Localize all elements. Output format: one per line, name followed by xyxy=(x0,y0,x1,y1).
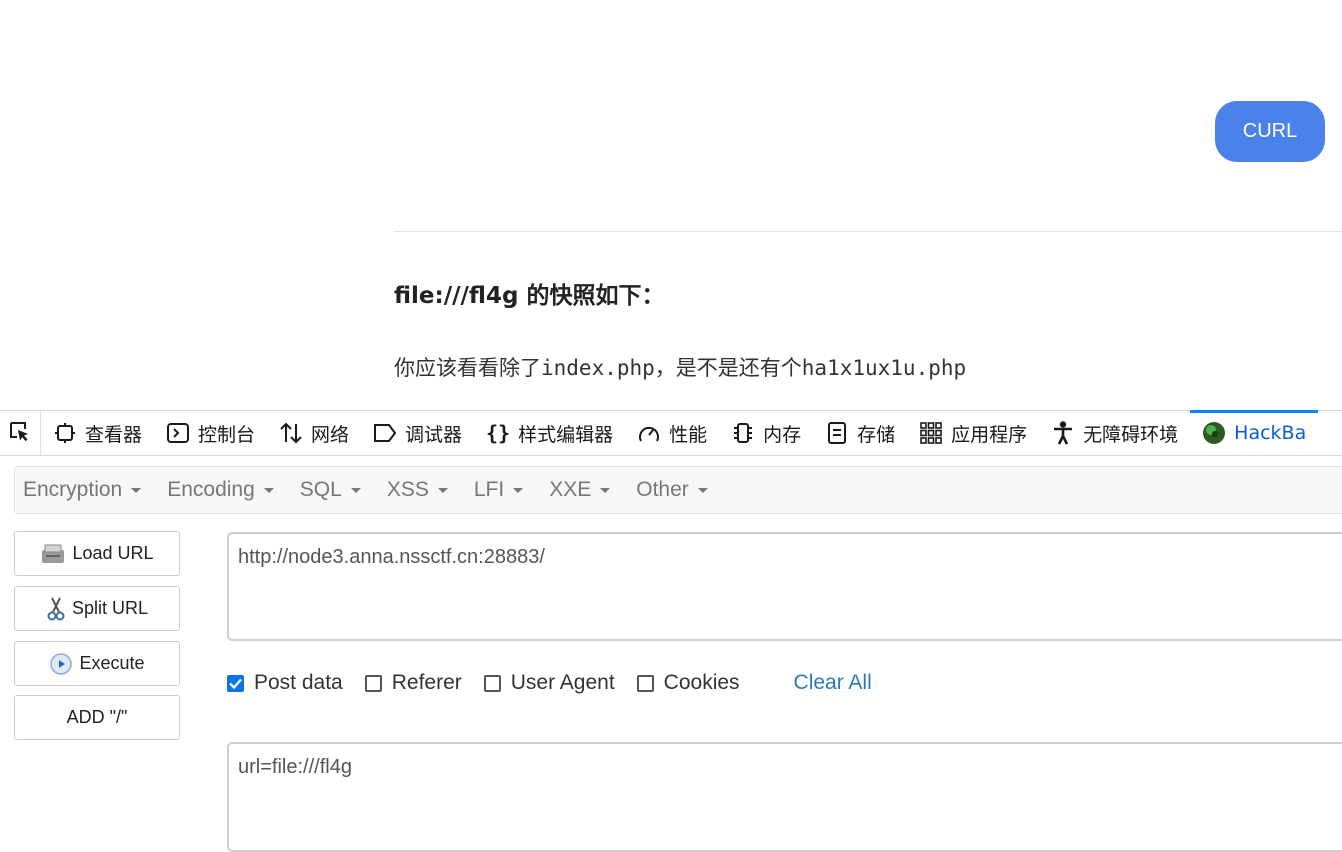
caret-down-icon xyxy=(350,487,361,493)
menu-label: LFI xyxy=(473,478,505,501)
cookies-option[interactable]: Cookies xyxy=(636,671,740,695)
post-data-value: url=file:///fl4g xyxy=(238,756,352,778)
menu-encoding[interactable]: Encoding xyxy=(167,478,274,502)
accessibility-icon xyxy=(1051,421,1075,445)
options-row: Post data Referer User Agent Cookies Cle… xyxy=(227,668,872,698)
option-label: Cookies xyxy=(663,671,740,694)
tab-network[interactable]: 网络 xyxy=(267,411,361,455)
menu-label: Encoding xyxy=(167,478,255,501)
button-label: Split URL xyxy=(71,598,149,618)
tab-accessibility[interactable]: 无障碍环境 xyxy=(1039,411,1190,455)
element-picker-button[interactable] xyxy=(0,411,41,455)
hackbar-panel: Encryption Encoding SQL XSS LFI XXE Othe… xyxy=(0,456,1342,852)
hackbar-icon xyxy=(1202,421,1226,445)
debugger-icon xyxy=(373,421,397,445)
play-icon xyxy=(49,652,73,676)
menu-label: Encryption xyxy=(23,478,123,501)
url-value: http://node3.anna.nssctf.cn:28883/ xyxy=(238,546,545,568)
split-url-button[interactable]: Split URL xyxy=(14,586,180,631)
network-icon xyxy=(279,421,303,445)
user-agent-checkbox[interactable] xyxy=(483,674,501,692)
caret-down-icon xyxy=(437,487,448,493)
add-slash-button[interactable]: ADD "/" xyxy=(14,695,180,740)
menu-xss[interactable]: XSS xyxy=(387,478,448,502)
style-editor-icon: {} xyxy=(486,421,511,445)
tab-hackbar[interactable]: HackBa xyxy=(1190,409,1319,457)
menu-xxe[interactable]: XXE xyxy=(549,478,611,502)
tab-label: 性能 xyxy=(669,423,708,446)
tab-label: 内存 xyxy=(763,423,802,446)
tab-storage[interactable]: 存储 xyxy=(813,411,907,455)
menu-sql[interactable]: SQL xyxy=(300,478,361,502)
storage-icon xyxy=(825,421,849,445)
post-data-option[interactable]: Post data xyxy=(227,671,343,695)
caret-down-icon xyxy=(513,487,524,493)
web-page: CURL file:///fl4g 的快照如下： 你应该看看除了index.ph… xyxy=(0,0,1342,410)
load-url-button[interactable]: Load URL xyxy=(14,531,180,576)
tab-performance[interactable]: 性能 xyxy=(625,411,719,455)
button-label: Execute xyxy=(79,653,145,673)
hackbar-menu: Encryption Encoding SQL XSS LFI XXE Othe… xyxy=(14,466,1342,514)
referer-option[interactable]: Referer xyxy=(364,671,462,695)
menu-label: XSS xyxy=(386,478,429,501)
option-label: Referer xyxy=(391,671,462,694)
url-textarea[interactable]: http://node3.anna.nssctf.cn:28883/ xyxy=(227,532,1342,641)
devtools-toolbar: 查看器 控制台 网络 调试器 {} 样式编辑器 性能 内存 存储 应用程序 无障… xyxy=(0,409,1342,457)
tab-label: 存储 xyxy=(857,423,896,446)
tab-label: 应用程序 xyxy=(951,423,1028,446)
caret-down-icon xyxy=(600,487,611,493)
tab-label: 无障碍环境 xyxy=(1083,423,1179,446)
hint-text: 你应该看看除了index.php，是不是还有个ha1x1ux1u.php xyxy=(394,356,967,380)
tab-console[interactable]: 控制台 xyxy=(154,411,267,455)
tab-label: 调试器 xyxy=(405,423,463,446)
option-label: Post data xyxy=(254,671,343,694)
menu-lfi[interactable]: LFI xyxy=(473,478,524,502)
tab-label: 控制台 xyxy=(198,423,256,446)
menu-other[interactable]: Other xyxy=(636,478,708,502)
inspector-icon xyxy=(53,421,77,445)
tab-style-editor[interactable]: {} 样式编辑器 xyxy=(474,411,625,455)
button-label: ADD "/" xyxy=(66,707,128,727)
menu-encryption[interactable]: Encryption xyxy=(23,478,142,502)
user-agent-option[interactable]: User Agent xyxy=(483,671,615,695)
tab-label: 网络 xyxy=(311,423,350,446)
caret-down-icon xyxy=(131,487,142,493)
tab-memory[interactable]: 内存 xyxy=(719,411,813,455)
post-data-checkbox[interactable] xyxy=(227,674,244,692)
check-icon xyxy=(229,678,242,689)
menu-label: XXE xyxy=(549,478,592,501)
scissors-icon xyxy=(46,596,66,622)
tab-label: 样式编辑器 xyxy=(518,423,614,446)
option-label: User Agent xyxy=(510,671,615,694)
tab-inspector[interactable]: 查看器 xyxy=(41,411,154,455)
load-url-icon xyxy=(40,543,66,565)
divider xyxy=(394,231,1342,232)
application-icon xyxy=(919,421,943,445)
tab-debugger[interactable]: 调试器 xyxy=(361,411,474,455)
button-label: Load URL xyxy=(72,543,154,563)
menu-label: Other xyxy=(636,478,689,501)
element-picker-icon xyxy=(10,422,28,442)
tab-label: 查看器 xyxy=(85,423,143,446)
console-icon xyxy=(166,421,190,445)
clear-all-link[interactable]: Clear All xyxy=(794,671,872,695)
tab-label: HackBa xyxy=(1234,422,1307,444)
caret-down-icon xyxy=(697,487,708,493)
performance-icon xyxy=(637,421,661,445)
memory-icon xyxy=(731,421,755,445)
tab-application[interactable]: 应用程序 xyxy=(907,411,1039,455)
curl-button[interactable]: CURL xyxy=(1215,101,1325,162)
referer-checkbox[interactable] xyxy=(364,674,382,692)
menu-label: SQL xyxy=(299,478,342,501)
execute-button[interactable]: Execute xyxy=(14,641,180,686)
cookies-checkbox[interactable] xyxy=(636,674,654,692)
caret-down-icon xyxy=(263,487,274,493)
snapshot-title: file:///fl4g 的快照如下： xyxy=(394,283,665,309)
post-data-textarea[interactable]: url=file:///fl4g xyxy=(227,742,1342,852)
